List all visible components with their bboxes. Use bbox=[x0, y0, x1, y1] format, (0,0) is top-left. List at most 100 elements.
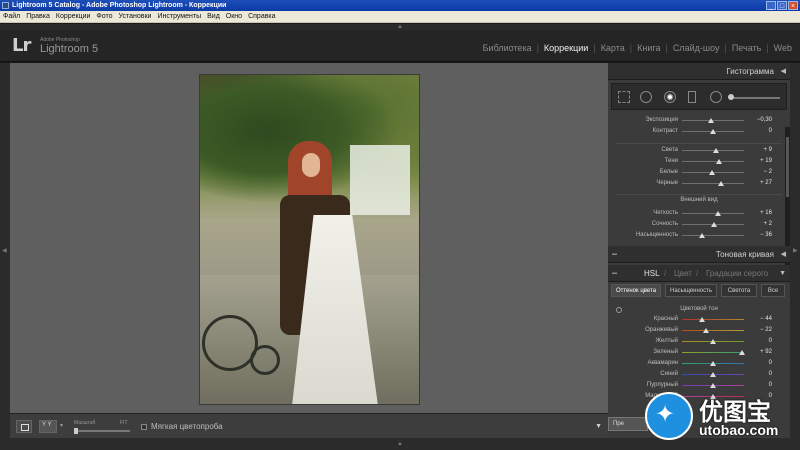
slider-highlights[interactable]: Света + 9 bbox=[608, 145, 790, 156]
image-work-area[interactable] bbox=[10, 63, 608, 413]
chevron-left-icon[interactable]: ◀ bbox=[2, 248, 7, 254]
slider-track[interactable] bbox=[682, 170, 744, 175]
slider-value[interactable]: + 27 bbox=[760, 178, 772, 189]
panel-switch-icon[interactable]: ▬ bbox=[612, 265, 617, 282]
slider-track[interactable] bbox=[682, 159, 744, 164]
left-panel-toggle-strip[interactable]: ◀ bbox=[0, 63, 10, 438]
module-library[interactable]: Библиотека bbox=[483, 43, 532, 53]
slider-thumb[interactable] bbox=[703, 328, 710, 333]
slider-hue-row[interactable]: Аквамарин 0 bbox=[608, 358, 790, 369]
slider-contrast[interactable]: Контраст 0 bbox=[608, 126, 790, 137]
panel-switch-icon[interactable]: ▬ bbox=[612, 246, 617, 263]
menu-tools[interactable]: Инструменты bbox=[154, 11, 204, 23]
slider-thumb[interactable] bbox=[709, 170, 716, 175]
module-print[interactable]: Печать bbox=[732, 43, 761, 53]
slider-whites[interactable]: Белые − 2 bbox=[608, 167, 790, 178]
slider-hue-row[interactable]: Желтый 0 bbox=[608, 336, 790, 347]
slider-hue-row[interactable]: Синий 0 bbox=[608, 369, 790, 380]
slider-thumb[interactable] bbox=[714, 211, 721, 216]
crop-tool-icon[interactable] bbox=[618, 91, 630, 103]
slider-track[interactable] bbox=[682, 222, 744, 227]
module-map[interactable]: Карта bbox=[601, 43, 625, 53]
slider-value[interactable]: − 2 bbox=[763, 167, 772, 178]
slider-track[interactable] bbox=[682, 211, 744, 216]
slider-thumb[interactable] bbox=[710, 129, 716, 134]
slider-thumb[interactable] bbox=[710, 222, 717, 227]
graduated-filter-tool-icon[interactable] bbox=[688, 91, 696, 103]
slider-value[interactable]: + 2 bbox=[763, 219, 772, 230]
hsl-tab-hsl[interactable]: HSL bbox=[644, 265, 660, 282]
slider-track[interactable] bbox=[682, 181, 744, 186]
expand-triangle-icon[interactable]: ▼ bbox=[779, 265, 786, 282]
slider-blacks[interactable]: Черные + 27 bbox=[608, 178, 790, 189]
slider-thumb[interactable] bbox=[710, 339, 716, 344]
photo-preview[interactable] bbox=[199, 74, 420, 405]
slider-value[interactable]: + 19 bbox=[760, 156, 772, 167]
menu-edit[interactable]: Правка bbox=[23, 11, 53, 23]
slider-value[interactable]: + 92 bbox=[760, 347, 772, 358]
slider-value[interactable]: + 9 bbox=[763, 145, 772, 156]
chevron-down-icon[interactable]: ▾ bbox=[60, 422, 63, 429]
slider-track[interactable] bbox=[682, 328, 744, 333]
menu-help[interactable]: Справка bbox=[245, 11, 278, 23]
slider-saturation[interactable]: Насыщенность − 36 bbox=[608, 230, 790, 241]
slider-track[interactable] bbox=[682, 129, 744, 134]
slider-value[interactable]: − 22 bbox=[760, 325, 772, 336]
slider-value[interactable]: 0 bbox=[769, 369, 772, 380]
hsl-tab-grayscale[interactable]: Градации серого bbox=[706, 265, 768, 282]
zoom-slider[interactable] bbox=[74, 428, 130, 434]
tone-curve-header[interactable]: ▬ Тоновая кривая ◀ bbox=[608, 246, 790, 263]
menu-view[interactable]: Вид bbox=[204, 11, 223, 23]
slider-hue-row[interactable]: Зеленый + 92 bbox=[608, 347, 790, 358]
slider-track[interactable] bbox=[682, 317, 744, 322]
hsl-header[interactable]: ▬ HSL / Цвет / Градации серого ▼ bbox=[608, 265, 790, 282]
slider-thumb[interactable] bbox=[718, 181, 725, 186]
menu-settings[interactable]: Установки bbox=[116, 11, 155, 23]
zoom-slider-thumb[interactable] bbox=[74, 428, 78, 434]
loupe-view-button[interactable] bbox=[16, 420, 32, 433]
slider-value[interactable]: 0 bbox=[769, 358, 772, 369]
adjustment-brush-icon[interactable] bbox=[728, 94, 734, 100]
adjustment-brush-slider[interactable] bbox=[730, 97, 780, 99]
menu-window[interactable]: Окно bbox=[223, 11, 245, 23]
spot-removal-tool-icon[interactable] bbox=[640, 91, 652, 103]
slider-track[interactable] bbox=[682, 350, 746, 355]
subtab-luminance[interactable]: Светота bbox=[721, 284, 757, 297]
minimize-button[interactable]: _ bbox=[766, 1, 776, 10]
slider-track[interactable] bbox=[682, 118, 744, 123]
module-slideshow[interactable]: Слайд-шоу bbox=[673, 43, 720, 53]
slider-thumb[interactable] bbox=[698, 233, 705, 238]
hsl-tab-color[interactable]: Цвет bbox=[674, 265, 692, 282]
red-eye-tool-icon[interactable] bbox=[664, 91, 676, 103]
slider-thumb[interactable] bbox=[710, 372, 716, 377]
slider-track[interactable] bbox=[682, 233, 744, 238]
slider-thumb[interactable] bbox=[708, 118, 715, 123]
module-web[interactable]: Web bbox=[774, 43, 792, 53]
slider-value[interactable]: − 44 bbox=[760, 314, 772, 325]
slider-track[interactable] bbox=[682, 339, 744, 344]
toolbar-menu-chevron-icon[interactable]: ▼ bbox=[595, 423, 602, 430]
slider-track[interactable] bbox=[682, 361, 744, 366]
slider-hue-row[interactable]: Красный − 44 bbox=[608, 314, 790, 325]
right-panel-toggle-strip[interactable]: ▶ bbox=[790, 63, 800, 438]
menu-photo[interactable]: Фото bbox=[93, 11, 115, 23]
maximize-button[interactable]: □ bbox=[777, 1, 787, 10]
slider-value[interactable]: 0 bbox=[769, 336, 772, 347]
slider-value[interactable]: + 16 bbox=[760, 208, 772, 219]
subtab-hue[interactable]: Оттенок цвета bbox=[611, 284, 661, 297]
slider-value[interactable]: − 36 bbox=[760, 230, 772, 241]
slider-track[interactable] bbox=[682, 148, 744, 153]
close-button[interactable]: × bbox=[788, 1, 798, 10]
slider-hue-row[interactable]: Оранжевый − 22 bbox=[608, 325, 790, 336]
menu-file[interactable]: Файл bbox=[0, 11, 23, 23]
previous-settings-button[interactable]: Пре bbox=[608, 417, 648, 431]
slider-thumb[interactable] bbox=[739, 350, 746, 355]
slider-clarity[interactable]: Четкость + 16 bbox=[608, 208, 790, 219]
slider-thumb[interactable] bbox=[698, 317, 705, 322]
collapse-triangle-icon[interactable]: ◀ bbox=[781, 246, 786, 263]
slider-thumb[interactable] bbox=[713, 148, 720, 153]
before-after-view-button[interactable] bbox=[39, 420, 57, 433]
slider-value[interactable]: −0,30 bbox=[757, 115, 772, 126]
collapse-triangle-icon[interactable]: ◀ bbox=[781, 63, 786, 80]
chevron-right-icon[interactable]: ▶ bbox=[793, 248, 798, 254]
